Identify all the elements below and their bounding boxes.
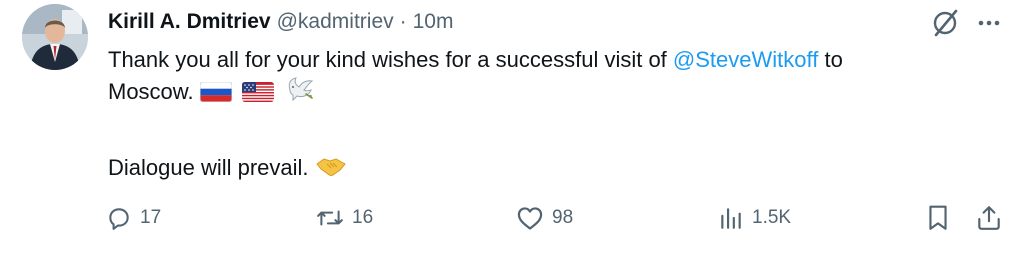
views-button[interactable]: 1.5K [718,198,791,238]
tweet-line-3: Dialogue will prevail. [108,152,1013,184]
tweet-text: Thank you all for your kind wishes for a… [108,44,1013,184]
avatar-image [22,4,88,70]
usa-flag-icon [241,79,274,111]
analytics-icon [721,208,741,229]
russia-flag-icon [199,79,233,111]
handshake-icon [315,154,347,187]
header-separator: · [399,10,407,33]
tweet-timestamp[interactable]: 10m [413,10,454,34]
view-count: 1.5K [752,207,792,228]
dove-icon [284,76,314,111]
heart-icon [517,207,543,230]
tweet-text-part: to [824,47,843,72]
tweet-header: Kirill A. Dmitriev @kadmitriev · 10m [108,8,453,36]
tweet-text-part: Moscow. [108,79,194,104]
repost-count: 16 [352,207,374,228]
tweet-text-part: Dialogue will prevail. [108,155,309,180]
share-icon [978,206,1000,230]
like-button[interactable]: 98 [516,198,573,238]
more-options-icon[interactable] [975,12,1003,34]
reply-count: 17 [140,207,162,228]
grok-icon[interactable] [928,8,962,38]
like-count: 98 [552,207,574,228]
avatar[interactable] [22,4,88,70]
tweet-action-bar: 17 16 98 1.5K [0,198,1024,238]
bookmark-icon [929,205,947,230]
mention-link[interactable]: @SteveWitkoff [673,47,818,72]
tweet-line-2: Moscow. [108,76,1013,108]
repost-button[interactable]: 16 [316,198,373,238]
repost-icon [317,210,343,226]
tweet-text-part: Thank you all for your kind wishes for a… [108,47,667,72]
author-name[interactable]: Kirill A. Dmitriev [108,10,271,34]
bookmark-button[interactable] [926,198,950,238]
share-button[interactable] [976,198,1002,238]
reply-button[interactable]: 17 [106,198,161,238]
author-handle[interactable]: @kadmitriev [277,10,394,34]
reply-icon [109,208,129,230]
tweet-line-1: Thank you all for your kind wishes for a… [108,44,1013,76]
